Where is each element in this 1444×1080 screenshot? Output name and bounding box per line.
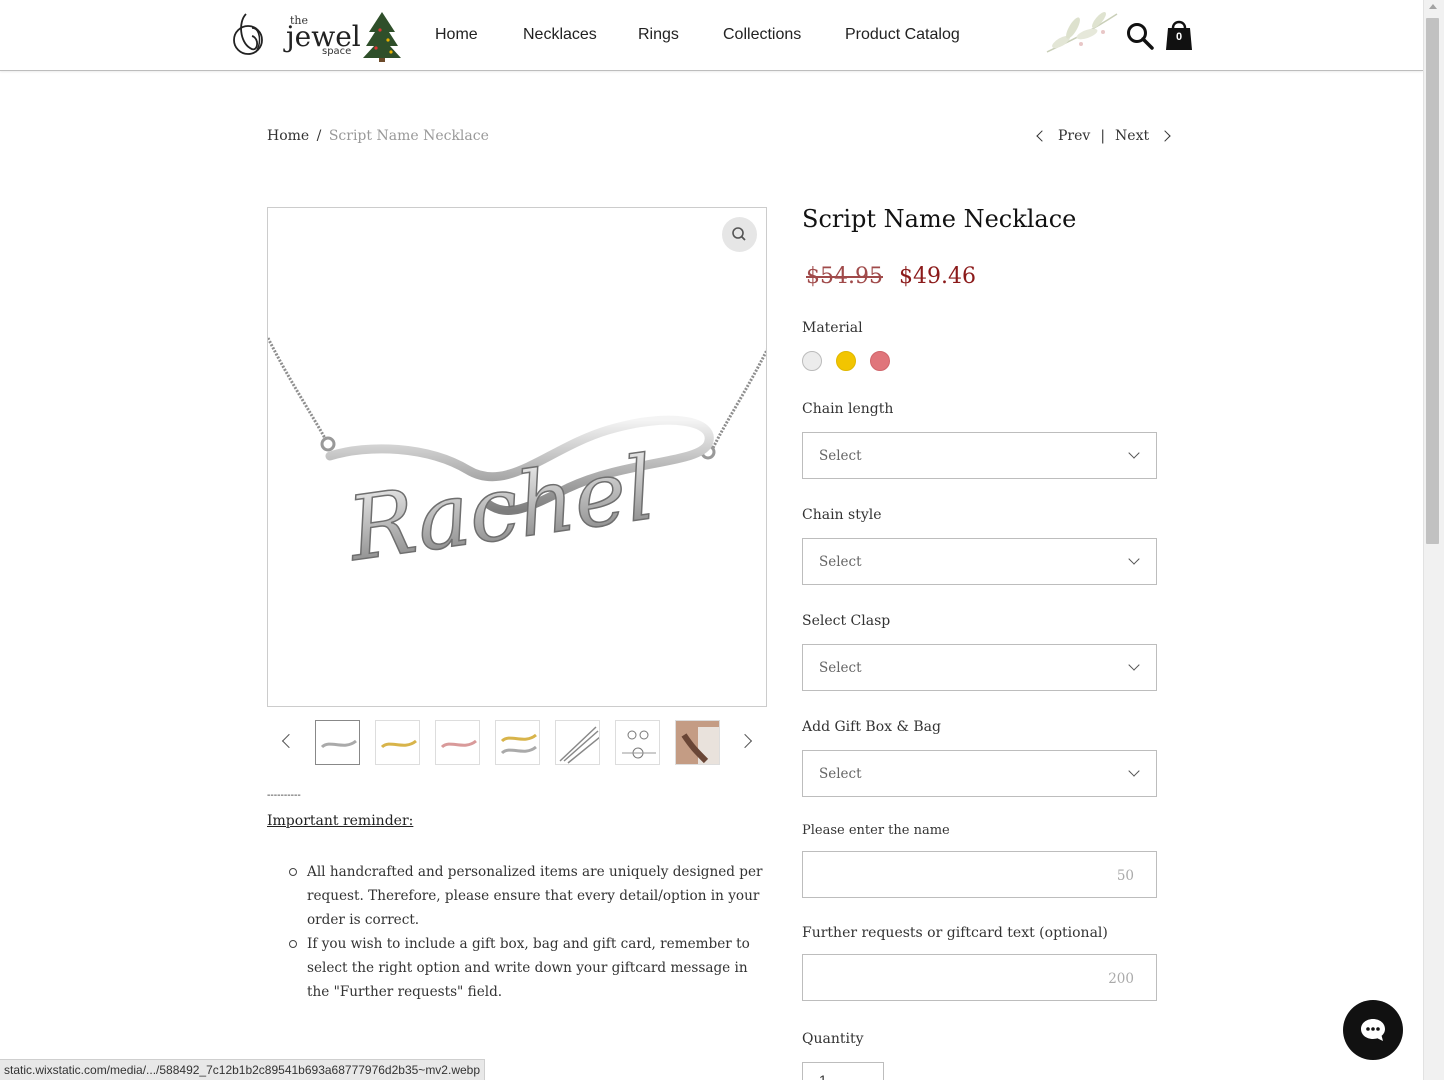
- nav-rings[interactable]: Rings: [638, 26, 679, 44]
- name-input-label: Please enter the name: [802, 823, 950, 838]
- chevron-down-icon: [1128, 765, 1140, 777]
- quantity-label: Quantity: [802, 1031, 864, 1047]
- prev-link[interactable]: Prev: [1058, 128, 1090, 144]
- chat-button[interactable]: [1343, 1000, 1403, 1060]
- browser-status-bar: static.wixstatic.com/media/.../588492_7c…: [0, 1059, 486, 1080]
- breadcrumb-home[interactable]: Home: [267, 128, 309, 144]
- next-link[interactable]: Next: [1115, 128, 1149, 144]
- product-main-image[interactable]: Rachel: [267, 207, 767, 707]
- thumbnail-clasp-types[interactable]: [615, 720, 660, 765]
- thumbnail-gold[interactable]: [375, 720, 420, 765]
- search-icon[interactable]: [1126, 22, 1154, 50]
- further-requests-input[interactable]: 200: [802, 954, 1157, 1001]
- breadcrumb-separator: /: [316, 128, 322, 144]
- gift-box-label: Add Gift Box & Bag: [802, 719, 941, 735]
- clasp-select[interactable]: Select: [802, 644, 1157, 691]
- product-title: Script Name Necklace: [802, 205, 1077, 233]
- product-pager: Prev | Next: [1034, 128, 1171, 144]
- chevron-left-icon[interactable]: [1036, 130, 1048, 142]
- chevron-down-icon: [1128, 447, 1140, 459]
- chevron-down-icon: [1128, 553, 1140, 565]
- thumbnail-silver[interactable]: [315, 720, 360, 765]
- thumbnail-chain-styles[interactable]: [555, 720, 600, 765]
- name-input[interactable]: 50: [802, 851, 1157, 898]
- gift-box-value: Select: [819, 766, 862, 782]
- nav-collections[interactable]: Collections: [723, 26, 801, 44]
- chain-length-label: Chain length: [802, 401, 894, 417]
- reminder-list: All handcrafted and personalized items a…: [287, 860, 767, 1004]
- name-char-counter: 50: [1116, 868, 1134, 884]
- jewel-space-logo[interactable]: the jewel space: [230, 8, 402, 62]
- zoom-icon: [732, 227, 746, 241]
- original-price: $54.95: [806, 264, 883, 289]
- breadcrumb: Home / Script Name Necklace: [267, 128, 489, 144]
- reminder-item: If you wish to include a gift box, bag a…: [287, 932, 767, 1004]
- chain-length-select[interactable]: Select: [802, 432, 1157, 479]
- necklace-name-text: Rachel: [340, 436, 660, 581]
- leaf-decoration-icon: [1046, 12, 1118, 53]
- further-requests-label: Further requests or giftcard text (optio…: [802, 925, 1108, 941]
- necklace-image: Rachel: [268, 337, 766, 582]
- scrollbar-thumb[interactable]: [1426, 18, 1439, 544]
- clasp-value: Select: [819, 660, 862, 676]
- requests-char-counter: 200: [1108, 971, 1134, 987]
- thumbnail-gold-silver[interactable]: [495, 720, 540, 765]
- thumbnail-model[interactable]: [675, 720, 720, 765]
- cart-count-badge: 0: [1175, 31, 1183, 43]
- chat-bubble-icon: [1361, 1019, 1385, 1041]
- logo-text-space: space: [322, 46, 351, 57]
- zoom-button[interactable]: [722, 217, 757, 252]
- chain-style-value: Select: [819, 554, 862, 570]
- thumbnail-rose-gold[interactable]: [435, 720, 480, 765]
- important-reminder-heading: Important reminder:: [267, 813, 414, 829]
- quantity-input[interactable]: 1: [802, 1062, 884, 1080]
- scroll-up-arrow-icon[interactable]: [1429, 4, 1437, 9]
- thumbnail-next-arrow-icon[interactable]: [737, 733, 753, 749]
- material-swatch-gold[interactable]: [836, 351, 856, 371]
- thumbnail-prev-arrow-icon[interactable]: [281, 733, 297, 749]
- quantity-value: 1: [819, 1072, 827, 1080]
- chain-style-label: Chain style: [802, 507, 882, 523]
- chevron-down-icon: [1128, 659, 1140, 671]
- chain-length-value: Select: [819, 448, 862, 464]
- reminder-item: All handcrafted and personalized items a…: [287, 860, 767, 932]
- nav-product-catalog[interactable]: Product Catalog: [845, 26, 960, 44]
- description-rule: ----------: [267, 790, 301, 801]
- clasp-label: Select Clasp: [802, 613, 891, 629]
- breadcrumb-current: Script Name Necklace: [328, 128, 489, 144]
- pager-separator: |: [1100, 128, 1106, 144]
- material-swatch-rose-gold[interactable]: [870, 351, 890, 371]
- sale-price: $49.46: [899, 264, 976, 289]
- nav-home[interactable]: Home: [435, 26, 478, 44]
- gift-box-select[interactable]: Select: [802, 750, 1157, 797]
- material-swatch-silver[interactable]: [802, 351, 822, 371]
- chevron-right-icon[interactable]: [1159, 130, 1171, 142]
- site-header: the jewel space Home Necklaces Rings Col…: [0, 0, 1423, 71]
- chain-style-select[interactable]: Select: [802, 538, 1157, 585]
- nav-necklaces[interactable]: Necklaces: [523, 26, 597, 44]
- material-label: Material: [802, 320, 863, 336]
